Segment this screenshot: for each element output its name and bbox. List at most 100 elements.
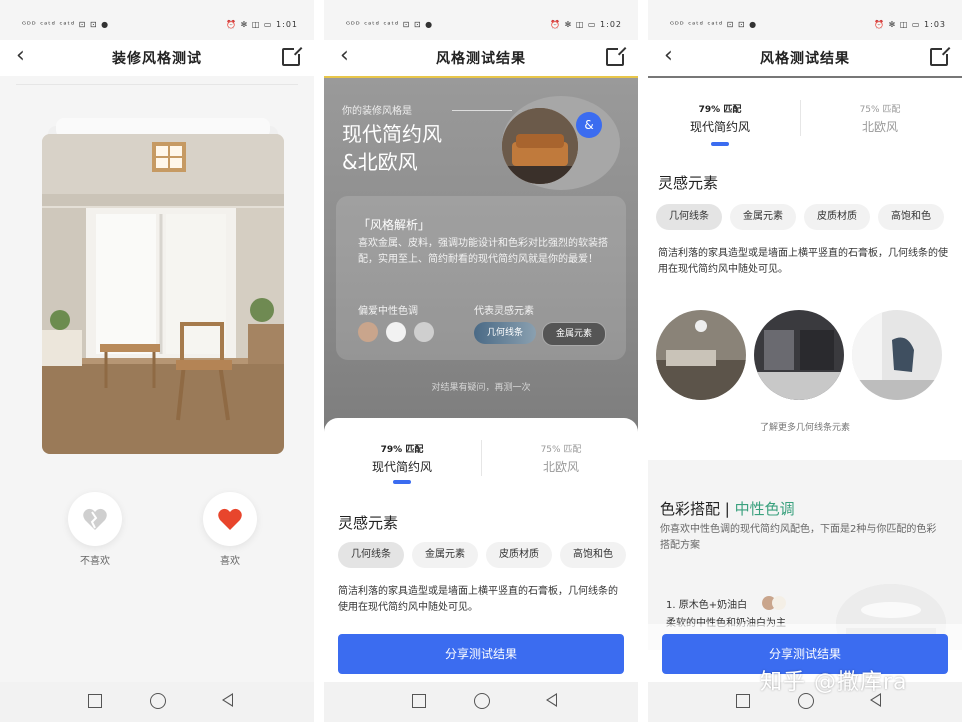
living-room-photo <box>656 310 746 400</box>
status-right: ⏰ ✻ ◫ ▭ 1:03 <box>874 20 946 29</box>
tab-nordic[interactable]: 北欧风 <box>501 458 621 475</box>
result-label: 你的装修风格是 <box>342 106 412 117</box>
example-photo-2[interactable] <box>754 310 844 400</box>
like-label: 喜欢 <box>220 556 240 567</box>
preferred-tones-label: 偏爱中性色调 <box>358 306 418 317</box>
status-bar: ᴳᴰᴰ ᶜᵃᵗᵈ ᶜᵃᵗᵈ ⊡ ⊡ ● ⏰ ✻ ◫ ▭ 1:01 <box>0 14 314 38</box>
screen-style-test: ᴳᴰᴰ ᶜᵃᵗᵈ ᶜᵃᵗᵈ ⊡ ⊡ ● ⏰ ✻ ◫ ▭ 1:01 ‹ 装修风格测… <box>0 0 314 722</box>
more-geometric-link[interactable]: 了解更多几何线条元素 <box>648 420 962 433</box>
recent-apps-icon[interactable] <box>736 694 750 708</box>
header: ‹ 装修风格测试 <box>0 40 314 76</box>
chair-photo <box>852 310 942 400</box>
tab-modern-pct: 79% 匹配 <box>698 105 742 115</box>
tab-modern-pct: 79% 匹配 <box>380 445 424 455</box>
header: ‹ 风格测试结果 <box>324 40 638 76</box>
inspiration-title: 灵感元素 <box>338 514 399 532</box>
color-title-sep: | <box>720 500 735 518</box>
chip-metal[interactable]: 金属元素 <box>412 542 478 568</box>
divider <box>16 84 298 85</box>
result-style: 现代简约风 &北欧风 <box>342 120 442 176</box>
page-title: 风格测试结果 <box>436 51 526 67</box>
tab-active-indicator <box>711 142 729 146</box>
recent-apps-icon[interactable] <box>88 694 102 708</box>
screen-result: ᴳᴰᴰ ᶜᵃᵗᵈ ᶜᵃᵗᵈ ⊡ ⊡ ● ⏰ ✻ ◫ ▭ 1:02 ‹ 风格测试结… <box>324 0 638 722</box>
back-nav-icon[interactable] <box>222 693 233 707</box>
page-title: 风格测试结果 <box>760 51 850 67</box>
inspiration-elements-label: 代表灵感元素 <box>474 306 534 317</box>
chip-leather[interactable]: 皮质材质 <box>804 204 870 230</box>
share-icon[interactable] <box>606 46 626 66</box>
share-result-button[interactable]: 分享测试结果 <box>338 634 624 674</box>
share-bar: 分享测试结果 <box>324 624 638 682</box>
color-title-main: 色彩搭配 <box>660 500 721 518</box>
inspiration-desc: 简洁利落的家具造型或是墙面上横平竖直的石膏板，几何线条的使用在现代简约风中随处可… <box>658 248 948 275</box>
tone-swatch-white <box>386 322 406 342</box>
header-divider <box>648 76 962 78</box>
room-photo-card[interactable] <box>42 134 284 454</box>
tab-modern[interactable]: 现代简约风 <box>342 458 462 475</box>
back-nav-icon[interactable] <box>546 693 557 707</box>
status-left: ᴳᴰᴰ ᶜᵃᵗᵈ ᶜᵃᵗᵈ ⊡ ⊡ ● <box>670 20 758 29</box>
chip-metal[interactable]: 金属元素 <box>730 204 796 230</box>
color-option-1: 1. 原木色+奶油白 <box>666 600 748 611</box>
analysis-text: 喜欢金属、皮料，强调功能设计和色彩对比强烈的软装搭配，实用至上、简约耐看的现代简… <box>358 238 608 265</box>
dislike-label: 不喜欢 <box>80 556 110 567</box>
analysis-title: 「风格解析」 <box>358 218 431 232</box>
color-title-accent: 中性色调 <box>734 500 795 518</box>
example-photo-1[interactable] <box>656 310 746 400</box>
watermark: 知乎 @撒库ra <box>760 670 908 695</box>
home-icon[interactable] <box>474 693 490 709</box>
retry-link[interactable]: 对结果有疑问，再测一次 <box>324 380 638 393</box>
tab-active-indicator <box>393 480 411 484</box>
chip-saturated[interactable]: 高饱和色 <box>560 542 626 568</box>
status-right: ⏰ ✻ ◫ ▭ 1:01 <box>226 20 298 29</box>
heart-icon <box>218 508 242 530</box>
system-nav-bar <box>0 682 314 722</box>
status-right: ⏰ ✻ ◫ ▭ 1:02 <box>550 20 622 29</box>
style-badge: & <box>576 112 602 138</box>
like-button[interactable] <box>203 492 257 546</box>
color-scheme-desc: 你喜欢中性色调的现代简约风配色，下面是2种与你匹配的色彩搭配方案 <box>660 524 937 551</box>
status-bar: ᴳᴰᴰ ᶜᵃᵗᵈ ᶜᵃᵗᵈ ⊡ ⊡ ● ⏰ ✻ ◫ ▭ 1:02 <box>324 14 638 38</box>
result-style-line1: 现代简约风 <box>342 122 442 146</box>
element-tag-geometric: 几何线条 <box>474 322 536 344</box>
element-tag-metal: 金属元素 <box>542 322 606 346</box>
status-left: ᴳᴰᴰ ᶜᵃᵗᵈ ᶜᵃᵗᵈ ⊡ ⊡ ● <box>22 20 110 29</box>
room-photo <box>42 134 284 454</box>
broken-heart-icon <box>83 508 107 530</box>
result-style-line2: &北欧风 <box>342 150 418 174</box>
chip-geometric[interactable]: 几何线条 <box>656 204 722 230</box>
home-icon[interactable] <box>150 693 166 709</box>
inspiration-title: 灵感元素 <box>658 174 719 192</box>
sofa-photo <box>502 108 578 184</box>
tab-modern[interactable]: 现代简约风 <box>660 118 780 135</box>
tab-nordic-pct: 75% 匹配 <box>540 445 582 455</box>
inspiration-desc: 简洁利落的家具造型或是墙面上横平竖直的石膏板，几何线条的使用在现代简约风中随处可… <box>338 586 618 613</box>
kitchen-photo <box>754 310 844 400</box>
color-scheme-title: 色彩搭配 | 中性色调 <box>660 498 795 519</box>
system-nav-bar <box>324 682 638 722</box>
page-title: 装修风格测试 <box>112 51 202 67</box>
chip-leather[interactable]: 皮质材质 <box>486 542 552 568</box>
result-image <box>502 108 578 184</box>
tab-nordic[interactable]: 北欧风 <box>820 118 940 135</box>
dislike-button[interactable] <box>68 492 122 546</box>
tab-nordic-pct: 75% 匹配 <box>859 105 901 115</box>
tab-divider <box>800 100 801 136</box>
share-icon[interactable] <box>282 46 302 66</box>
example-photo-3[interactable] <box>852 310 942 400</box>
style-analysis-card: 「风格解析」 喜欢金属、皮料，强调功能设计和色彩对比强烈的软装搭配，实用至上、简… <box>336 196 626 360</box>
status-bar: ᴳᴰᴰ ᶜᵃᵗᵈ ᶜᵃᵗᵈ ⊡ ⊡ ● ⏰ ✻ ◫ ▭ 1:03 <box>648 14 962 38</box>
screen-result-detail: ᴳᴰᴰ ᶜᵃᵗᵈ ᶜᵃᵗᵈ ⊡ ⊡ ● ⏰ ✻ ◫ ▭ 1:03 ‹ 风格测试结… <box>648 0 962 722</box>
chip-saturated[interactable]: 高饱和色 <box>878 204 944 230</box>
status-left: ᴳᴰᴰ ᶜᵃᵗᵈ ᶜᵃᵗᵈ ⊡ ⊡ ● <box>346 20 434 29</box>
header: ‹ 风格测试结果 <box>648 40 962 76</box>
chip-geometric[interactable]: 几何线条 <box>338 542 404 568</box>
tone-swatch-tan <box>358 322 378 342</box>
share-icon[interactable] <box>930 46 950 66</box>
recent-apps-icon[interactable] <box>412 694 426 708</box>
tab-divider <box>481 440 482 476</box>
connector-line <box>452 110 512 111</box>
tone-swatch-gray <box>414 322 434 342</box>
color-swatch-cream <box>772 596 786 610</box>
